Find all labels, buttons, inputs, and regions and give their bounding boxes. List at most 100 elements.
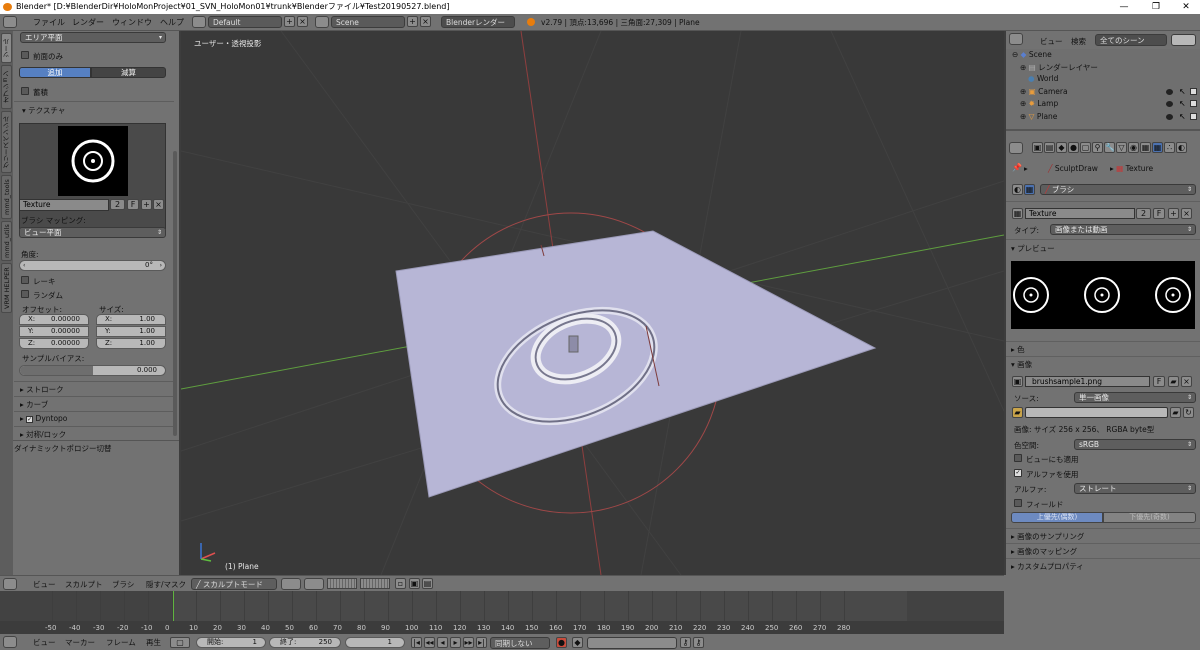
pin-icon[interactable]: 📌 [1012,163,1022,172]
brush-dropdown[interactable]: ╱ ブラシ ⇕ [1040,184,1196,195]
viewport-shading-icon[interactable] [281,578,301,590]
preview-range-toggle[interactable]: ▢ [170,637,190,648]
menu-help[interactable]: ヘルプ [160,17,184,28]
texture-section-header[interactable]: ▾ テクスチャ [22,105,65,116]
physics-tab-icon[interactable]: ◐ [1176,142,1187,153]
particles-tab-icon[interactable]: ∴ [1164,142,1175,153]
maximize-button[interactable]: ❐ [1142,0,1170,14]
outliner-view-menu[interactable]: ビュー [1040,36,1063,47]
current-frame-field[interactable]: 1 [345,637,405,648]
jump-end-button[interactable]: ▸| [476,637,487,648]
screen-layout-field[interactable]: Default [208,16,282,28]
scene-field[interactable]: Scene [331,16,405,28]
viewport-brush-menu[interactable]: ブラシ [112,579,134,590]
camera-visibility-icon[interactable] [1166,89,1173,95]
properties-editor-type-icon[interactable] [1009,142,1023,154]
image-sampling-section-header[interactable]: ▸ 画像のサンプリング [1011,531,1084,542]
sync-mode-dropdown[interactable]: 同期しない [490,637,550,649]
opengl-render-icon[interactable]: ▣ [409,578,420,589]
tab-tools[interactable]: ツール [1,33,12,63]
timeline-marker-menu[interactable]: マーカー [65,637,95,648]
random-checkbox[interactable] [21,290,29,298]
add-scene-button[interactable]: + [407,16,418,27]
props-texture-fake-user[interactable]: F [1153,208,1165,219]
camera-render-icon[interactable] [1190,88,1197,95]
upper-field-first-toggle[interactable]: 上優先(偶数) [1011,512,1103,523]
accumulate-checkbox[interactable] [21,87,29,95]
unlink-texture-button[interactable]: × [153,199,164,210]
lower-field-first-toggle[interactable]: 下優先(奇数) [1103,512,1196,523]
scene-icon[interactable] [315,16,329,28]
dyntopo-toggle-panel[interactable]: ▾ ダイナミックトポロジー切替 [8,443,112,454]
delete-scene-button[interactable]: × [420,16,431,27]
curve-section-header[interactable]: ▸ カーブ [20,399,48,410]
offset-x-field[interactable]: X: 0.00000 [19,314,89,325]
layer-lock-icon[interactable]: ▫ [395,578,406,589]
image-browse-icon[interactable]: ▣ [1012,376,1023,387]
brush-texture-mode-icon[interactable]: ◐ [1012,184,1023,195]
browse-filepath-button[interactable]: ▰ [1170,407,1181,418]
area-plane-dropdown[interactable]: エリア平面 ▾ [20,32,166,43]
menu-render[interactable]: レンダー [72,17,104,28]
data-tab-icon[interactable]: ▽ [1116,142,1127,153]
image-filepath-field[interactable] [1025,407,1168,418]
image-mapping-section-header[interactable]: ▸ 画像のマッピング [1011,546,1077,557]
jump-prev-key-button[interactable]: ◂◂ [424,637,435,648]
outliner-search-menu[interactable]: 検索 [1071,36,1086,47]
lamp-render-icon[interactable] [1190,100,1197,107]
angle-field[interactable]: ‹ 0° › [19,260,166,271]
screen-layout-icon[interactable] [192,16,206,28]
keying-set-field[interactable] [587,637,677,649]
props-new-texture-button[interactable]: + [1168,208,1179,219]
outliner-item-renderlayers[interactable]: ⊕ ▤ レンダーレイヤー [1020,62,1098,73]
props-texture-name-field[interactable]: Texture [1025,208,1135,219]
texture-tab-icon[interactable]: ▦ [1140,142,1151,153]
timeline-view-menu[interactable]: ビュー [33,637,56,648]
outliner-item-scene[interactable]: ⊖ ◆ Scene [1012,50,1052,59]
tab-options[interactable]: オプション [1,65,12,109]
tab-vrm-helper[interactable]: VRM HELPER [1,263,12,313]
jump-next-key-button[interactable]: ▸▸ [463,637,474,648]
offset-z-field[interactable]: Z: 0.00000 [19,338,89,349]
outliner-search-field[interactable] [1171,34,1196,46]
texture-name-field[interactable]: Texture [19,199,109,211]
add-toggle[interactable]: 追加 [19,67,91,78]
delete-keyframe-button[interactable]: ⚷ [693,637,704,648]
view-as-render-checkbox[interactable] [1014,454,1022,462]
play-button[interactable]: ▸ [450,637,461,648]
tab-mmd-utils[interactable]: mmd_utils [1,221,12,261]
rake-checkbox[interactable] [21,276,29,284]
scene-tab-icon[interactable]: ◆ [1056,142,1067,153]
constraints-tab-icon[interactable]: ⚲ [1092,142,1103,153]
texture-browse-icon[interactable]: ▦ [1012,208,1023,219]
reload-image-button[interactable]: ↻ [1183,407,1194,418]
stroke-section-header[interactable]: ▸ ストローク [20,384,64,395]
alpha-mode-dropdown[interactable]: ストレート ⇕ [1074,483,1196,494]
brush-mapping-dropdown[interactable]: ビュー平面 ⇕ [19,227,166,238]
close-button[interactable]: ✕ [1172,0,1200,14]
image-file-field[interactable]: brushsample1.png [1025,376,1150,387]
plane-select-icon[interactable]: ↖ [1179,112,1186,121]
auto-keying-button[interactable]: ● [556,637,567,648]
viewport-sculpt-menu[interactable]: スカルプト [65,579,103,590]
3d-viewport[interactable]: ユーザー・透視投影 (1) Plane [181,31,1004,575]
subtract-toggle[interactable]: 減算 [91,67,166,78]
open-image-button[interactable]: ▰ [1168,376,1179,387]
fields-checkbox[interactable] [1014,499,1022,507]
viewport-view-menu[interactable]: ビュー [33,579,56,590]
keying-set-icon[interactable]: ◆ [572,637,583,648]
texture-users-count[interactable]: 2 [110,199,125,210]
props-texture-users[interactable]: 2 [1136,208,1151,219]
dyntopo-section-header[interactable]: ▸ ✓ Dyntopo [20,414,67,423]
layers-tab-icon[interactable]: ▤ [1044,142,1055,153]
tool-shelf-scrollbar[interactable] [173,151,177,436]
source-dropdown[interactable]: 単一画像 ⇕ [1074,392,1196,403]
outliner-item-lamp[interactable]: ⊕ ✸ Lamp [1020,99,1058,108]
end-frame-field[interactable]: 終了: 250 [269,637,341,648]
world-tab-icon[interactable]: ● [1068,142,1079,153]
render-tab-icon[interactable]: ▣ [1032,142,1043,153]
timeline-editor-type-icon[interactable] [3,636,17,648]
size-y-field[interactable]: Y: 1.00 [96,326,166,337]
layers-grid-a[interactable] [327,578,357,589]
outliner-item-world[interactable]: ● World [1028,74,1058,83]
